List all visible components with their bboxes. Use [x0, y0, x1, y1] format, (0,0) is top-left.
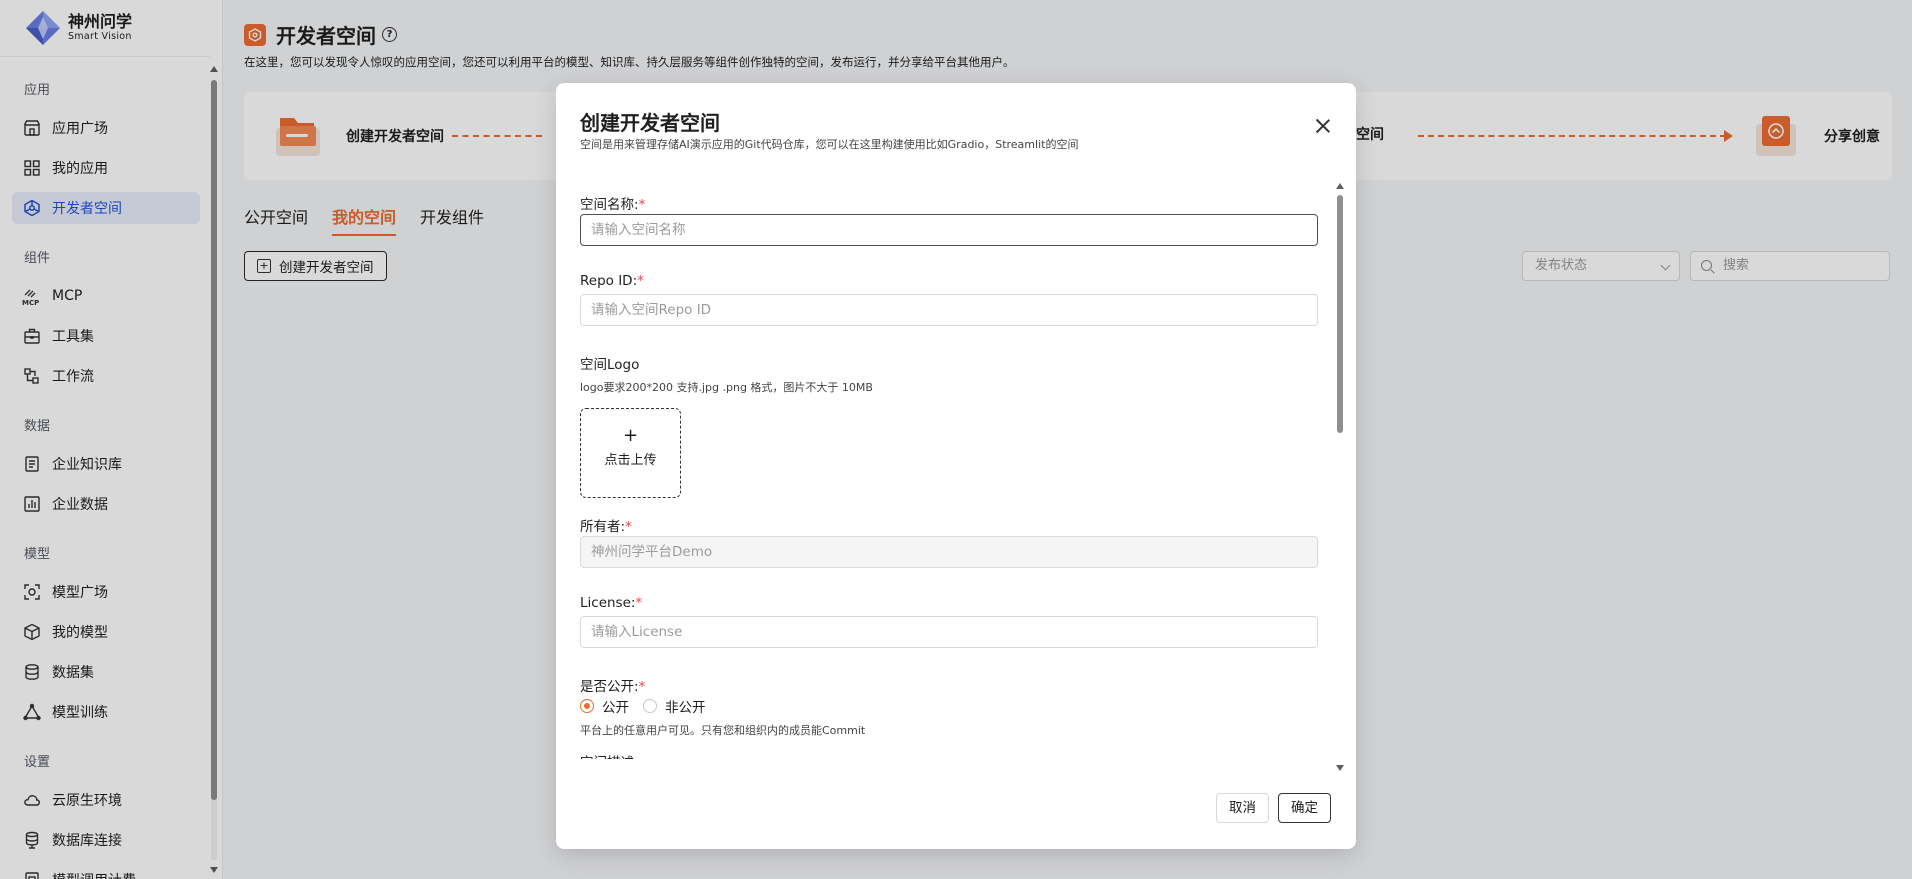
visibility-hint: 平台上的任意用户可见。只有您和组织内的成员能Commit: [580, 724, 866, 737]
visibility-radio-group: 公开 非公开: [580, 696, 720, 716]
confirm-button[interactable]: 确定: [1278, 793, 1331, 823]
close-icon[interactable]: [1316, 119, 1330, 133]
repo-id-input[interactable]: 请输入空间Repo ID: [580, 294, 1318, 326]
radio-public-label[interactable]: 公开: [602, 696, 629, 716]
space-desc-label: 空间描述:: [580, 751, 639, 759]
logo-hint: logo要求200*200 支持.jpg .png 格式，图片不大于 10MB: [580, 381, 873, 394]
owner-field: 神州问学平台Demo: [580, 536, 1318, 568]
modal-form: 空间名称:* 请输入空间名称 Repo ID:* 请输入空间Repo ID 空间…: [580, 193, 1318, 759]
scroll-down-arrow-icon[interactable]: [1336, 765, 1344, 771]
modal-title: 创建开发者空间: [580, 111, 720, 135]
license-label: License:*: [580, 595, 643, 611]
radio-private[interactable]: [643, 699, 657, 713]
license-input[interactable]: 请输入License: [580, 616, 1318, 648]
is-public-label: 是否公开:*: [580, 679, 646, 695]
owner-label: 所有者:*: [580, 519, 632, 535]
radio-public[interactable]: [580, 699, 594, 713]
repo-id-label: Repo ID:*: [580, 273, 644, 289]
radio-private-label[interactable]: 非公开: [665, 696, 706, 716]
create-space-modal: 创建开发者空间 空间是用来管理存储AI演示应用的Git代码仓库，您可以在这里构建…: [556, 83, 1356, 849]
upload-label: 点击上传: [604, 453, 657, 468]
modal-subtitle: 空间是用来管理存储AI演示应用的Git代码仓库，您可以在这里构建使用比如Grad…: [580, 138, 1079, 151]
cancel-button[interactable]: 取消: [1216, 793, 1269, 823]
modal-scrollbar[interactable]: [1334, 181, 1346, 771]
scroll-up-arrow-icon[interactable]: [1336, 183, 1344, 189]
logo-upload-button[interactable]: + 点击上传: [580, 408, 681, 498]
space-name-label: 空间名称:*: [580, 197, 646, 213]
space-name-input[interactable]: 请输入空间名称: [580, 214, 1318, 246]
space-logo-label: 空间Logo: [580, 357, 640, 373]
plus-icon: +: [622, 425, 639, 446]
scroll-thumb[interactable]: [1337, 195, 1343, 433]
